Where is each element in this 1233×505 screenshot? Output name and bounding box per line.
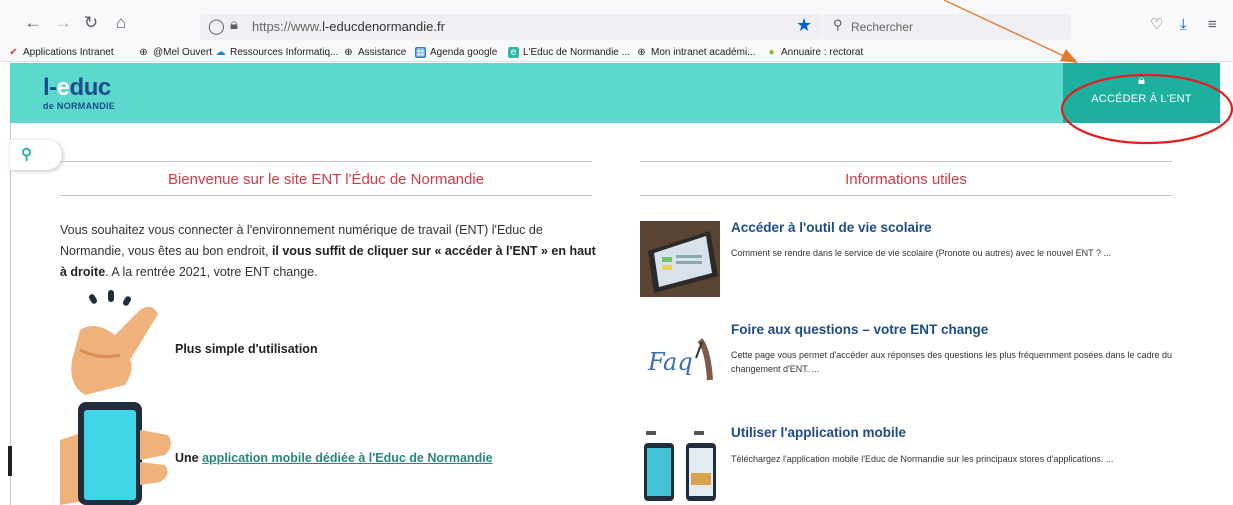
browser-search-input[interactable]: ⚲ Rechercher: [823, 14, 1071, 40]
bookmark-agenda[interactable]: ▦ Agenda google: [415, 47, 497, 58]
access-ent-button[interactable]: 🔒︎ ACCÉDER À L'ENT: [1063, 63, 1220, 123]
cloud-icon: ☁: [215, 47, 226, 58]
bookmark-intranet[interactable]: ⊕ Mon intranet académi...: [636, 47, 755, 58]
globe-icon: ⊕: [139, 47, 148, 58]
news-image-mobile-app[interactable]: [640, 425, 720, 503]
shield-icon[interactable]: ◯: [208, 17, 225, 35]
info-title: Informations utiles: [845, 171, 967, 188]
intro-paragraph: Vous souhaitez vous connecter à l'enviro…: [60, 223, 596, 279]
divider: [640, 195, 1172, 196]
educ-icon: e: [508, 47, 519, 58]
url-text[interactable]: https://www.l-educdenormandie.fr: [252, 19, 445, 34]
bookmarks-bar: ✔ Applications Intranet ⊕ @Mel Ouvert ☁ Res…: [0, 44, 1233, 62]
news-image-vie-scolaire[interactable]: [640, 221, 720, 297]
site-logo[interactable]: l-educ de NORMANDIE: [43, 76, 115, 112]
checkmark-icon: ✔: [9, 47, 18, 58]
bookmark-annuaire[interactable]: ● Annuaire : rectorat: [766, 47, 863, 58]
bookmark-mel[interactable]: ⊕ @Mel Ouvert: [138, 47, 212, 58]
forward-icon[interactable]: →: [52, 12, 74, 34]
divider: [60, 161, 592, 162]
news-desc-faq: Cette page vous permet d'accéder aux rép…: [731, 350, 1172, 374]
padlock-icon: 🔒︎: [1138, 72, 1145, 87]
home-icon[interactable]: ⌂: [110, 12, 132, 34]
svg-text:Faq: Faq: [647, 348, 693, 376]
globe-icon: ⊕: [344, 47, 353, 58]
hand-tap-illustration: [71, 290, 158, 395]
reload-icon[interactable]: ↻: [80, 12, 102, 34]
menu-icon[interactable]: ≡: [1208, 16, 1217, 34]
lock-icon[interactable]: 🔒︎: [230, 16, 238, 33]
news-title-vie-scolaire[interactable]: Accéder à l'outil de vie scolaire: [731, 220, 932, 235]
news-image-faq[interactable]: Faq: [640, 320, 720, 396]
download-icon[interactable]: ⤓: [1180, 16, 1187, 34]
news-title-faq[interactable]: Foire aux questions – votre ENT change: [731, 322, 988, 337]
search-icon: ⚲: [833, 17, 843, 32]
bookmark-star-icon[interactable]: ★: [796, 15, 812, 36]
divider: [640, 161, 1172, 162]
phone-hand-illustration: [60, 402, 171, 505]
news-desc-mobile-app: Téléchargez l'application mobile l'Educ …: [731, 454, 1114, 464]
feature-mobile: Une application mobile dédiée à l'Educ d…: [175, 451, 493, 465]
news-title-mobile-app[interactable]: Utiliser l'application mobile: [731, 425, 906, 440]
bookmark-applications-intranet[interactable]: ✔ Applications Intranet: [8, 47, 113, 58]
back-icon[interactable]: ←: [22, 12, 44, 34]
bookmark-assistance[interactable]: ⊕ Assistance: [343, 47, 406, 58]
browser-toolbar: ← → ↻ ⌂ ◯ 🔒︎ https://www.l-educdenormand…: [0, 0, 1233, 44]
divider: [60, 195, 592, 196]
news-desc-vie-scolaire: Comment se rendre dans le service de vie…: [731, 248, 1112, 258]
globe-icon: ⊕: [637, 47, 646, 58]
site-header: l-educ de NORMANDIE 🔒︎ ACCÉDER À L'ENT: [10, 63, 1220, 123]
bookmark-ressources[interactable]: ☁ Ressources Informatiq...: [215, 47, 339, 58]
pocket-icon[interactable]: ♡: [1150, 16, 1163, 34]
bookmark-educ[interactable]: e L'Educ de Normandie ...: [508, 47, 630, 58]
calendar-icon: ▦: [415, 47, 426, 58]
leaf-icon: ●: [768, 47, 775, 58]
search-placeholder: Rechercher: [851, 20, 914, 34]
feature-simple: Plus simple d'utilisation: [175, 342, 318, 356]
site-search-button[interactable]: ⚲: [10, 140, 62, 170]
welcome-title: Bienvenue sur le site ENT l'Éduc de Norm…: [167, 171, 485, 188]
mobile-app-link[interactable]: application mobile dédiée à l'Educ de No…: [202, 451, 493, 465]
url-bar[interactable]: ◯ 🔒︎ https://www.l-educdenormandie.fr ★: [200, 14, 822, 40]
search-icon: ⚲: [21, 146, 32, 163]
page-edge-mark: [8, 446, 12, 476]
